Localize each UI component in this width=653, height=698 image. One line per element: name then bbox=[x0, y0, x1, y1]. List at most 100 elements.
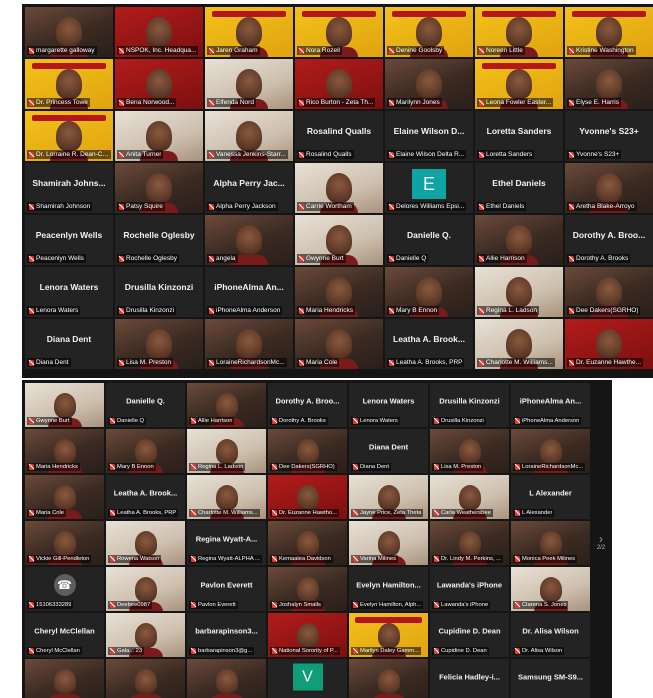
participant-tile[interactable]: Vickie Gill-Pendleton bbox=[25, 521, 104, 565]
participant-tile[interactable]: Bena Norwood... bbox=[115, 59, 203, 109]
participant-tile[interactable]: Leona Fowler Easter... bbox=[475, 59, 563, 109]
participant-tile[interactable]: Yvonne's S23+ Yvonne's S23+ bbox=[565, 111, 653, 161]
participant-tile[interactable]: Regina Wyatt-A... Regina Wyatt-ALPHA ... bbox=[187, 521, 266, 565]
participant-tile[interactable]: Pavlon Everett Pavlon Everett bbox=[187, 567, 266, 611]
participant-tile[interactable]: Carla Weathersbee bbox=[430, 475, 509, 519]
participant-tile[interactable]: ☎ 15106333289 bbox=[25, 567, 104, 611]
participant-tile[interactable]: Mary B Ennon bbox=[106, 429, 185, 473]
participant-tile[interactable]: Rowena Watson bbox=[106, 521, 185, 565]
participant-tile[interactable]: Samsung SM-S9... bbox=[511, 659, 590, 698]
participant-tile[interactable]: Alpha Perry Jac... Alpha Perry Jackson bbox=[205, 163, 293, 213]
participant-tile[interactable]: Cupidine D. Dean Cupidine D. Dean bbox=[430, 613, 509, 657]
participant-tile[interactable]: Dorothy A. Broo... Dorothy A. Brooks bbox=[268, 383, 347, 427]
participant-tile[interactable]: Patsy Squire bbox=[115, 163, 203, 213]
participant-tile[interactable]: Marilynn Jones bbox=[385, 59, 473, 109]
participant-tile[interactable]: Diana Dent Diana Dent bbox=[25, 319, 113, 369]
participant-tile[interactable]: Felicia Hadley-i... bbox=[430, 659, 509, 698]
participant-tile[interactable]: Leatha A. Brook... Leatha A. Brooks, PRP bbox=[385, 319, 473, 369]
next-page-icon[interactable]: › bbox=[594, 533, 608, 545]
participant-tile[interactable]: Drusilla Kinzonzi Drusilla Kinzonzi bbox=[430, 383, 509, 427]
participant-tile[interactable]: Loretta Sanders Loretta Sanders bbox=[475, 111, 563, 161]
participant-tile[interactable]: Dr. Lindy M. Perkins, ... bbox=[430, 521, 509, 565]
participant-tile[interactable]: LoraineRichardsonMc... bbox=[205, 319, 293, 369]
participant-tile[interactable]: E Delores Williams Epsi... bbox=[385, 163, 473, 213]
participant-tile[interactable]: Deebee0987 bbox=[106, 567, 185, 611]
participant-tile[interactable] bbox=[25, 659, 104, 698]
participant-tile[interactable]: Vanessa Jenkins-Starr... bbox=[205, 111, 293, 161]
participant-tile[interactable]: Dr. Princess Towe bbox=[25, 59, 113, 109]
participant-tile[interactable]: Ethel Daniels Ethel Daniels bbox=[475, 163, 563, 213]
participant-tile[interactable]: National Sorority of P... bbox=[268, 613, 347, 657]
participant-tile[interactable]: Monica Peek Milines bbox=[511, 521, 590, 565]
participant-tile[interactable]: Clarena S. Jones bbox=[511, 567, 590, 611]
participant-tile[interactable] bbox=[349, 659, 428, 698]
participant-tile[interactable]: Joshalyn Smalls bbox=[268, 567, 347, 611]
participant-tile[interactable]: Jaren Graham bbox=[205, 7, 293, 57]
participant-tile[interactable]: Rosalind Qualls Rosalind Qualls bbox=[295, 111, 383, 161]
participant-tile[interactable]: L Alexander L Alexander bbox=[511, 475, 590, 519]
participant-tile[interactable]: Kristine Washington bbox=[565, 7, 653, 57]
participant-tile[interactable]: margarette galloway bbox=[25, 7, 113, 57]
participant-tile[interactable]: Varina Milines bbox=[349, 521, 428, 565]
participant-tile[interactable]: Dorothy A. Broo... Dorothy A. Brooks bbox=[565, 215, 653, 265]
participant-tile[interactable]: Shamirah Johns... Shamirah Johnson bbox=[25, 163, 113, 213]
participant-tile[interactable]: Danielle Q. Danielle Q bbox=[106, 383, 185, 427]
participant-tile[interactable]: Jayne Price, Zeta Theta bbox=[349, 475, 428, 519]
participant-tile[interactable]: Lisa M. Preston bbox=[115, 319, 203, 369]
participant-tile[interactable]: iPhoneAlma An... iPhoneAlma Anderson bbox=[205, 267, 293, 317]
participant-tile[interactable]: Regina L. Ladson bbox=[187, 429, 266, 473]
participant-tile[interactable]: Allie Harrison bbox=[475, 215, 563, 265]
participant-tile[interactable]: Lenora Waters Lenora Waters bbox=[349, 383, 428, 427]
participant-tile[interactable]: Elaine Wilson D... Elaine Wilson Delta R.… bbox=[385, 111, 473, 161]
participant-tile[interactable]: Dee Dakers(SGRHO) bbox=[268, 429, 347, 473]
participant-tile[interactable]: Marilyn Daley Gamm... bbox=[349, 613, 428, 657]
participant-tile[interactable]: barbarapinson3... barbarapinson3@g... bbox=[187, 613, 266, 657]
participant-tile[interactable]: Dr. Lorraine R. Dean-Coll... bbox=[25, 111, 113, 161]
participant-tile[interactable]: Rochelle Oglesby Rochelle Oglesby bbox=[115, 215, 203, 265]
participant-tile[interactable]: Lawanda's iPhone Lawanda's iPhone bbox=[430, 567, 509, 611]
participant-tile[interactable]: Lisa M. Preston bbox=[430, 429, 509, 473]
participant-tile[interactable]: Nora Rozell bbox=[295, 7, 383, 57]
participant-tile[interactable]: Carrie Wortham bbox=[295, 163, 383, 213]
participant-tile[interactable]: NSPOK, Inc. Headqua... bbox=[115, 7, 203, 57]
participant-tile[interactable]: Cheryl McClellan Cheryl McClellan bbox=[25, 613, 104, 657]
participant-tile[interactable]: Gala... 23 bbox=[106, 613, 185, 657]
participant-tile[interactable]: Charlotte M. Williams... bbox=[187, 475, 266, 519]
participant-tile[interactable]: angela bbox=[205, 215, 293, 265]
participant-tile[interactable] bbox=[106, 659, 185, 698]
participant-tile[interactable]: Kemaalea Davidson bbox=[268, 521, 347, 565]
participant-tile[interactable]: Maria Cole bbox=[295, 319, 383, 369]
participant-tile[interactable]: Elfenda Nord bbox=[205, 59, 293, 109]
participant-tile[interactable]: Elyse E. Harris bbox=[565, 59, 653, 109]
participant-tile[interactable]: Regina L. Ladson bbox=[475, 267, 563, 317]
participant-tile[interactable]: Peacenlyn Wells Peacenlyn Wells bbox=[25, 215, 113, 265]
participant-tile[interactable]: Danielle Q. Danielle Q bbox=[385, 215, 473, 265]
participant-tile[interactable]: Anita Turner bbox=[115, 111, 203, 161]
participant-tile[interactable]: Charlotte M. Williams... bbox=[475, 319, 563, 369]
participant-tile[interactable]: LoraineRichardsonMc... bbox=[511, 429, 590, 473]
participant-tile[interactable]: Leatha A. Brook... Leatha A. Brooks, PRP bbox=[106, 475, 185, 519]
participant-tile[interactable]: Aretha Blake-Arroyo bbox=[565, 163, 653, 213]
participant-tile[interactable]: Dr. Euzanne Hawtho... bbox=[268, 475, 347, 519]
participant-tile[interactable]: Drusilla Kinzonzi Drusilla Kinzonzi bbox=[115, 267, 203, 317]
participant-tile[interactable]: Denine Goolsby bbox=[385, 7, 473, 57]
participant-tile[interactable]: Gwynne Burt bbox=[25, 383, 104, 427]
participant-tile[interactable]: Diana Dent Diana Dent bbox=[349, 429, 428, 473]
gallery-pager[interactable]: › 2/2 bbox=[594, 533, 608, 551]
participant-tile[interactable]: Maria Hendricks bbox=[25, 429, 104, 473]
participant-tile[interactable]: Rico Burton - Zeta Th... bbox=[295, 59, 383, 109]
participant-tile[interactable]: Noreen Little bbox=[475, 7, 563, 57]
participant-tile[interactable]: Gwynne Burt bbox=[295, 215, 383, 265]
participant-tile[interactable]: iPhoneAlma An... iPhoneAlma Anderson bbox=[511, 383, 590, 427]
participant-tile[interactable]: Lenora Waters Lenora Waters bbox=[25, 267, 113, 317]
participant-tile[interactable]: V bbox=[268, 659, 347, 698]
participant-tile[interactable]: Maria Cole bbox=[25, 475, 104, 519]
participant-tile[interactable]: Dee Dakers(SGRHO) bbox=[565, 267, 653, 317]
participant-tile[interactable]: Mary B Ennon bbox=[385, 267, 473, 317]
participant-tile[interactable]: Dr. Alisa Wilson Dr. Alisa Wilson bbox=[511, 613, 590, 657]
participant-tile[interactable]: Dr. Euzanne Hawthe... bbox=[565, 319, 653, 369]
participant-tile[interactable]: Evelyn Hamilton... Evelyn Hamilton, Alph.… bbox=[349, 567, 428, 611]
participant-tile[interactable] bbox=[187, 659, 266, 698]
participant-tile[interactable]: Maria Hendricks bbox=[295, 267, 383, 317]
participant-tile[interactable]: Allie Harrison bbox=[187, 383, 266, 427]
